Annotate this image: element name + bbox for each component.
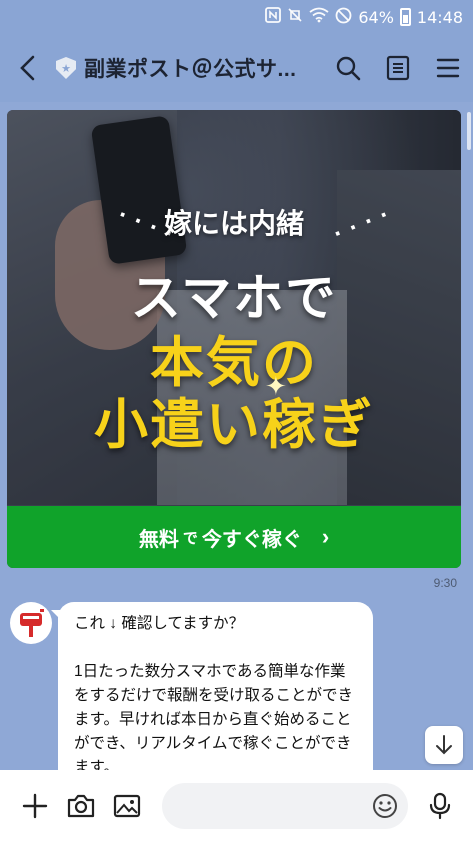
mute-vibrate-icon bbox=[287, 7, 303, 27]
chevron-left-icon bbox=[20, 55, 35, 81]
promo-headline-line3: 小遣い稼ぎ bbox=[94, 395, 374, 455]
camera-button[interactable] bbox=[58, 770, 104, 841]
scrollbar-thumb[interactable] bbox=[467, 112, 471, 150]
header-actions bbox=[323, 34, 473, 102]
notes-icon bbox=[386, 55, 410, 81]
cta-label-rest: 今すぐ稼ぐ bbox=[201, 528, 302, 551]
sparkle-icon: ✦ bbox=[265, 372, 287, 402]
promo-card[interactable]: · · · · · · · · 嫁には内緒 スマホで 本気の 小遣い稼ぎ ✦ 無… bbox=[7, 110, 461, 568]
battery-icon bbox=[399, 8, 411, 26]
add-button[interactable] bbox=[12, 770, 58, 841]
cta-label-main: 無料 bbox=[138, 528, 179, 551]
official-shield-icon: ★ bbox=[56, 57, 76, 79]
nfc-icon bbox=[265, 7, 282, 27]
menu-button[interactable] bbox=[423, 34, 473, 102]
wifi-icon bbox=[309, 7, 329, 27]
plus-icon bbox=[22, 793, 48, 818]
notes-button[interactable] bbox=[373, 34, 423, 102]
chat-header: ★ 副業ポスト＠公式サ... bbox=[0, 34, 473, 102]
chat-area[interactable]: · · · · · · · · 嫁には内緒 スマホで 本気の 小遣い稼ぎ ✦ 無… bbox=[0, 102, 473, 770]
message-input[interactable] bbox=[162, 782, 408, 829]
image-button[interactable] bbox=[104, 770, 150, 841]
search-button[interactable] bbox=[323, 34, 373, 102]
chat-title[interactable]: 副業ポスト＠公式サ... bbox=[84, 53, 300, 83]
chevron-right-icon: › bbox=[321, 524, 330, 549]
input-bar bbox=[0, 770, 473, 841]
microphone-icon bbox=[429, 792, 451, 819]
promo-subtitle: 嫁には内緒 bbox=[163, 208, 304, 239]
mailbox-icon bbox=[20, 609, 44, 637]
battery-percent: 64% bbox=[358, 7, 394, 27]
scroll-to-bottom-button[interactable] bbox=[425, 726, 463, 764]
status-bar: 64% 14:48 bbox=[0, 0, 473, 34]
menu-icon bbox=[436, 58, 460, 78]
image-icon bbox=[113, 794, 141, 817]
cta-label-small: で bbox=[182, 529, 198, 547]
cta-button[interactable]: 無料 で 今すぐ稼ぐ › bbox=[7, 506, 461, 568]
emoji-icon[interactable] bbox=[372, 793, 398, 819]
arrow-down-icon bbox=[436, 735, 452, 755]
search-icon bbox=[336, 56, 361, 81]
message-text: これ ↓ 確認してますか？ 1日たった数分スマホである簡単な作業をするだけで報酬… bbox=[74, 615, 354, 770]
camera-icon bbox=[67, 794, 95, 817]
voice-button[interactable] bbox=[417, 770, 463, 841]
avatar[interactable] bbox=[10, 602, 52, 644]
back-button[interactable] bbox=[0, 34, 56, 102]
message-timestamp: 9:30 bbox=[433, 576, 457, 590]
status-time: 14:48 bbox=[416, 7, 463, 27]
blocked-icon bbox=[335, 7, 352, 28]
message-bubble[interactable]: これ ↓ 確認してますか？ 1日たった数分スマホである簡単な作業をするだけで報酬… bbox=[58, 602, 373, 770]
